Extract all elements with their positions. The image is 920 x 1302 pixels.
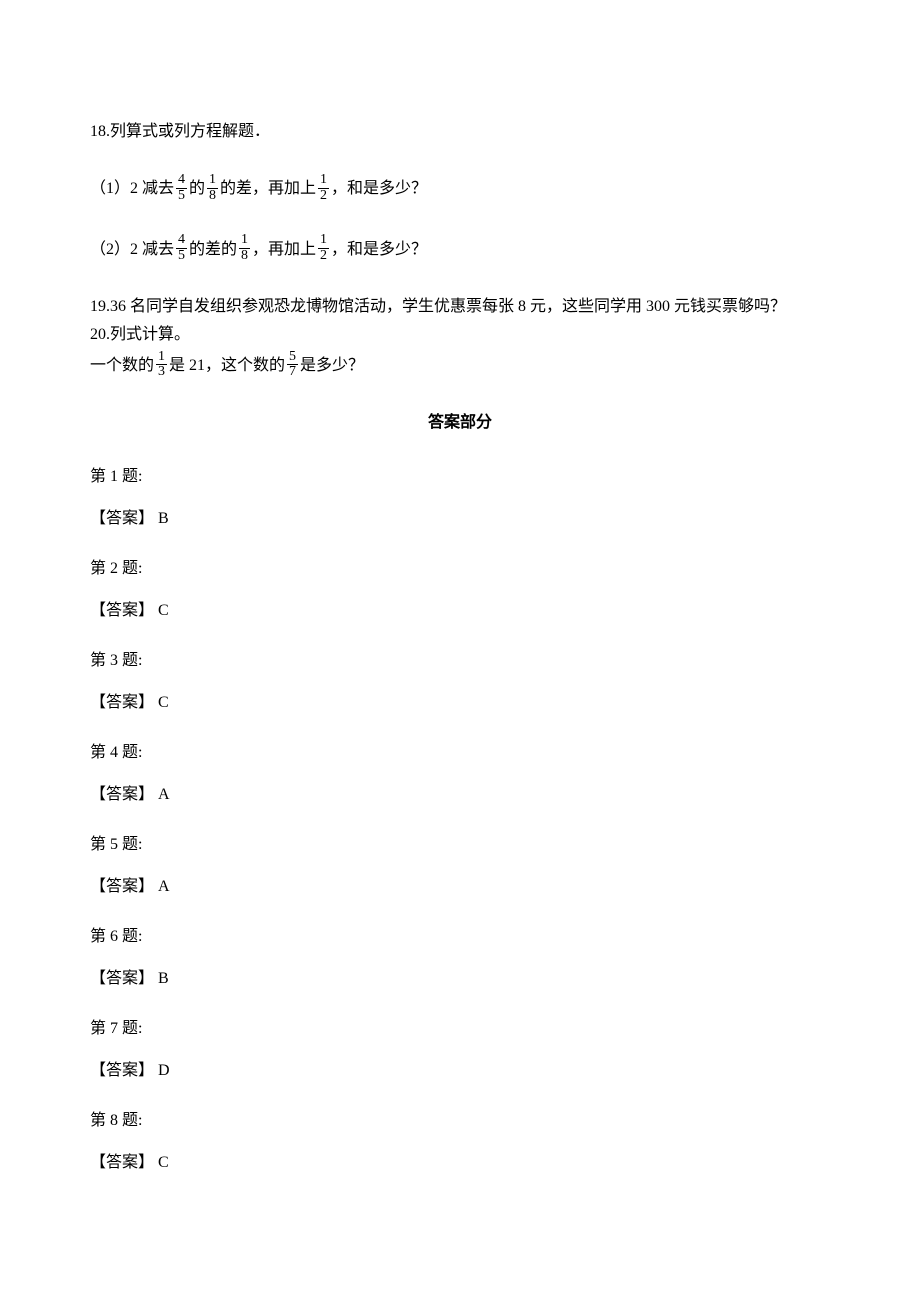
answer-value: 【答案】 C — [90, 1151, 830, 1175]
answer-value: 【答案】 B — [90, 507, 830, 531]
fraction-5-7: 5 7 — [287, 350, 298, 380]
fraction-denominator: 2 — [318, 189, 329, 204]
answers-header: 答案部分 — [90, 411, 830, 435]
q18-sub1-mid1: 的 — [189, 177, 205, 201]
answer-block-3: 第 3 题: 【答案】 C — [90, 649, 830, 715]
fraction-denominator: 8 — [207, 189, 218, 204]
question-18-sub1: （1）2 减去 4 5 的 1 8 的差，再加上 1 2 ，和是多少？ — [90, 174, 830, 204]
q20-mid1: 是 21，这个数的 — [169, 354, 285, 378]
fraction-denominator: 5 — [176, 189, 187, 204]
fraction-1-8: 1 8 — [207, 173, 218, 203]
answer-question-label: 第 7 题: — [90, 1017, 830, 1041]
fraction-denominator: 8 — [239, 249, 250, 264]
fraction-numerator: 1 — [239, 233, 250, 249]
fraction-4-5: 4 5 — [176, 233, 187, 263]
q18-sub1-pre: （1）2 减去 — [90, 177, 174, 201]
q18-sub2-pre: （2）2 减去 — [90, 238, 174, 262]
answer-question-label: 第 5 题: — [90, 833, 830, 857]
question-20-detail: 一个数的 1 3 是 21，这个数的 5 7 是多少？ — [90, 351, 830, 381]
fraction-denominator: 7 — [287, 365, 298, 380]
answer-value: 【答案】 C — [90, 691, 830, 715]
answer-question-label: 第 3 题: — [90, 649, 830, 673]
fraction-numerator: 1 — [318, 233, 329, 249]
answer-value: 【答案】 A — [90, 783, 830, 807]
fraction-numerator: 4 — [176, 233, 187, 249]
q18-sub2-mid1: 的差的 — [189, 238, 237, 262]
answer-block-5: 第 5 题: 【答案】 A — [90, 833, 830, 899]
answer-question-label: 第 1 题: — [90, 465, 830, 489]
answer-question-label: 第 2 题: — [90, 557, 830, 581]
answer-value: 【答案】 B — [90, 967, 830, 991]
fraction-1-2: 1 2 — [318, 173, 329, 203]
answer-block-4: 第 4 题: 【答案】 A — [90, 741, 830, 807]
answer-block-8: 第 8 题: 【答案】 C — [90, 1109, 830, 1175]
fraction-numerator: 1 — [318, 173, 329, 189]
answer-value: 【答案】 C — [90, 599, 830, 623]
q18-sub2-post: ，和是多少？ — [331, 238, 427, 262]
fraction-numerator: 4 — [176, 173, 187, 189]
fraction-4-5: 4 5 — [176, 173, 187, 203]
answer-value: 【答案】 D — [90, 1059, 830, 1083]
fraction-denominator: 3 — [156, 365, 167, 380]
question-18-sub2: （2）2 减去 4 5 的差的 1 8 ，再加上 1 2 ，和是多少？ — [90, 234, 830, 264]
question-19: 19.36 名同学自发组织参观恐龙博物馆活动，学生优惠票每张 8 元，这些同学用… — [90, 295, 830, 319]
answer-block-1: 第 1 题: 【答案】 B — [90, 465, 830, 531]
question-20-title: 20.列式计算。 — [90, 323, 830, 347]
q18-sub1-post: ，和是多少？ — [331, 177, 427, 201]
answer-question-label: 第 4 题: — [90, 741, 830, 765]
fraction-1-3: 1 3 — [156, 350, 167, 380]
answer-value: 【答案】 A — [90, 875, 830, 899]
q18-sub1-mid2: 的差，再加上 — [220, 177, 316, 201]
q18-sub2-mid2: ，再加上 — [252, 238, 316, 262]
answer-block-7: 第 7 题: 【答案】 D — [90, 1017, 830, 1083]
answer-question-label: 第 8 题: — [90, 1109, 830, 1133]
question-18-title: 18.列算式或列方程解题． — [90, 120, 830, 144]
fraction-1-8: 1 8 — [239, 233, 250, 263]
answer-block-6: 第 6 题: 【答案】 B — [90, 925, 830, 991]
answer-block-2: 第 2 题: 【答案】 C — [90, 557, 830, 623]
fraction-numerator: 5 — [287, 350, 298, 366]
fraction-denominator: 2 — [318, 249, 329, 264]
q20-post: 是多少？ — [300, 354, 364, 378]
fraction-numerator: 1 — [207, 173, 218, 189]
fraction-1-2: 1 2 — [318, 233, 329, 263]
fraction-denominator: 5 — [176, 249, 187, 264]
answer-question-label: 第 6 题: — [90, 925, 830, 949]
fraction-numerator: 1 — [156, 350, 167, 366]
q20-pre: 一个数的 — [90, 354, 154, 378]
